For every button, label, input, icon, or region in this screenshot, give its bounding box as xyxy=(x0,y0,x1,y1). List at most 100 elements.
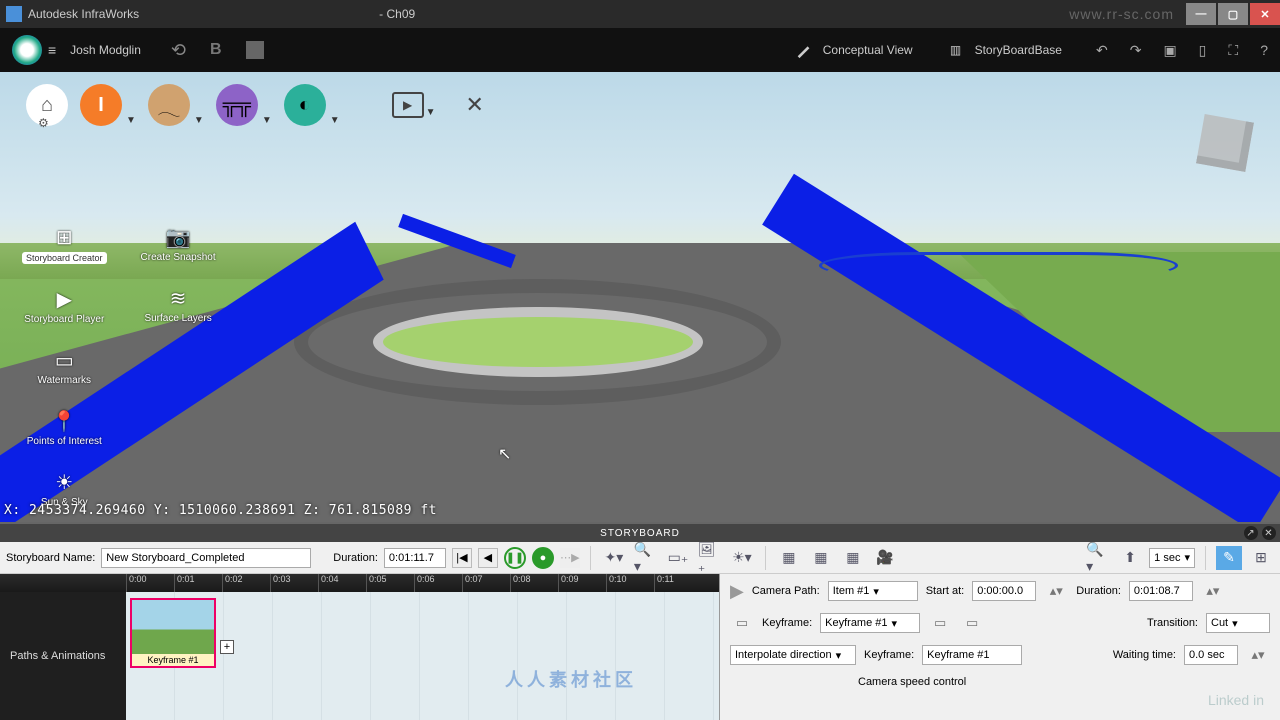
grid3-icon[interactable]: ▦ xyxy=(840,546,866,570)
dropdown-icon[interactable]: ▼ xyxy=(426,107,436,118)
add-path-icon[interactable]: ✦▾ xyxy=(601,546,627,570)
add-image-icon[interactable]: 🖼₊ xyxy=(697,546,723,570)
timeline-ruler[interactable]: 0:000:010:020:030:040:050:060:070:080:09… xyxy=(0,574,719,592)
conceptual-view-label[interactable]: Conceptual View xyxy=(823,43,913,57)
tool-label: Watermarks xyxy=(38,375,92,386)
zoom-add-icon[interactable]: 🔍▾ xyxy=(633,546,659,570)
close-icon[interactable]: ✕ xyxy=(1262,526,1276,540)
menu-icon[interactable]: ≡ xyxy=(48,42,56,58)
panel-icon[interactable]: ▯ xyxy=(1199,42,1207,59)
road-tool-button[interactable]: 𓂃 xyxy=(148,84,190,126)
window-minimize-button[interactable]: — xyxy=(1186,3,1216,25)
panel-title: STORYBOARD xyxy=(600,528,680,539)
pause-button[interactable]: ❚❚ xyxy=(504,547,526,569)
watermarks-tool[interactable]: ▭ Watermarks xyxy=(38,347,92,386)
next-button[interactable]: ⋯▶ xyxy=(560,548,580,568)
bookmark-icon[interactable]: B xyxy=(210,41,222,59)
viewcube[interactable] xyxy=(1196,114,1254,172)
keyframe-icon: ▭ xyxy=(730,612,754,634)
duration-input[interactable] xyxy=(384,548,446,568)
help-icon[interactable]: ? xyxy=(1260,42,1268,59)
user-name: Josh Modglin xyxy=(70,43,141,57)
main-header: ≡ Josh Modglin ⟲ B Conceptual View ▥ Sto… xyxy=(0,28,1280,72)
play-icon: ▶ xyxy=(49,286,79,312)
keyframe-clip[interactable]: Keyframe #1 xyxy=(130,598,216,668)
redo-icon[interactable]: ↷ xyxy=(1130,42,1142,59)
edit-mode-icon[interactable]: ✎ xyxy=(1216,546,1242,570)
pointer-icon[interactable]: ⬆ xyxy=(1117,546,1143,570)
app-icon xyxy=(6,6,22,22)
track-label: Paths & Animations xyxy=(0,592,126,720)
waiting-time-input[interactable] xyxy=(1184,645,1238,665)
cube-icon[interactable] xyxy=(246,41,264,59)
record-button[interactable]: ● xyxy=(532,547,554,569)
stepper-icon[interactable]: ▴▾ xyxy=(1044,580,1068,602)
3d-viewport[interactable]: ↖ ⌂ I ▼ 𓂃 ▼ ╦╦ ▼ ◐ ▼ ▶ ▼ ✕ ⚙ ⊞ Storyboar… xyxy=(0,72,1280,522)
keyframe2-input[interactable] xyxy=(922,645,1022,665)
storyboard-player-tool[interactable]: ▶ Storyboard Player xyxy=(24,286,104,325)
add-title-icon[interactable]: ▭₊ xyxy=(665,546,691,570)
camera-path-select[interactable]: Item #1▾ xyxy=(828,581,918,601)
storyboard-icon: ▥ xyxy=(947,41,965,59)
poi-icon: 📍 xyxy=(49,408,79,434)
window-maximize-button[interactable]: ▢ xyxy=(1218,3,1248,25)
poi-tool[interactable]: 📍 Points of Interest xyxy=(27,408,102,447)
sun-icon: ☀ xyxy=(49,469,79,495)
dropdown-icon[interactable]: ▼ xyxy=(126,115,136,126)
present-button[interactable]: ▶ xyxy=(392,92,424,118)
create-snapshot-tool[interactable]: 📷 Create Snapshot xyxy=(141,224,216,263)
weather-icon[interactable]: ☀▾ xyxy=(729,546,755,570)
stepper-icon[interactable]: ▴▾ xyxy=(1201,580,1225,602)
storyboard-base-label[interactable]: StoryBoardBase xyxy=(975,43,1062,57)
interpolate-select[interactable]: Interpolate direction▾ xyxy=(730,645,856,665)
first-button[interactable]: |◀ xyxy=(452,548,472,568)
tool-label: Points of Interest xyxy=(27,436,102,447)
bridge-tool-button[interactable]: ╦╦ xyxy=(216,84,258,126)
storyboard-toolbar: Storyboard Name: Duration: |◀ ◀ ❚❚ ● ⋯▶ … xyxy=(0,542,1280,574)
storyboard-title-bar: STORYBOARD ↗ ✕ xyxy=(0,524,1280,542)
settings-tools-icon[interactable]: ✕ xyxy=(466,92,484,118)
grid1-icon[interactable]: ▦ xyxy=(776,546,802,570)
product-logo-icon[interactable] xyxy=(12,35,42,65)
transition-select[interactable]: Cut▾ xyxy=(1206,613,1270,633)
add-keyframe-button[interactable]: + xyxy=(220,640,234,654)
storyboard-name-input[interactable] xyxy=(101,548,311,568)
window-titlebar: Autodesk InfraWorks - Ch09 www.rr-sc.com… xyxy=(0,0,1280,28)
kf-action2-icon[interactable]: ▭ xyxy=(960,612,984,634)
duration2-input[interactable] xyxy=(1129,581,1193,601)
keyframe-select[interactable]: Keyframe #1▾ xyxy=(820,613,920,633)
present-icon[interactable]: ▣ xyxy=(1163,42,1176,59)
stepper-icon[interactable]: ▴▾ xyxy=(1246,644,1270,666)
prev-button[interactable]: ◀ xyxy=(478,548,498,568)
speed-select[interactable]: 1 sec▾ xyxy=(1149,548,1195,568)
storyboard-creator-tool[interactable]: ⊞ Storyboard Creator xyxy=(22,224,107,264)
kf-action1-icon[interactable]: ▭ xyxy=(928,612,952,634)
gear-icon[interactable]: ⚙ xyxy=(38,116,49,130)
dropdown-icon[interactable]: ▼ xyxy=(194,115,204,126)
camera-speed-label: Camera speed control xyxy=(858,676,966,688)
grid-view-icon[interactable]: ⊞ xyxy=(1248,546,1274,570)
undo-icon[interactable]: ↶ xyxy=(1096,42,1108,59)
export-video-icon[interactable]: 🎥 xyxy=(872,546,898,570)
dropdown-icon[interactable]: ▼ xyxy=(330,115,340,126)
tool-label: Storyboard Creator xyxy=(22,252,107,264)
camera-icon: 📷 xyxy=(163,224,193,250)
fullscreen-icon[interactable]: ⛶ xyxy=(1228,42,1238,59)
sync-icon[interactable]: ⟲ xyxy=(171,40,186,61)
waiting-time-label: Waiting time: xyxy=(1113,649,1176,661)
timeline-track-area[interactable]: Paths & Animations Keyframe #1 + xyxy=(0,592,719,720)
window-close-button[interactable]: ✕ xyxy=(1250,3,1280,25)
duration2-label: Duration: xyxy=(1076,585,1121,597)
popout-icon[interactable]: ↗ xyxy=(1244,526,1258,540)
start-at-input[interactable] xyxy=(972,581,1036,601)
surface-layers-tool[interactable]: ≋ Surface Layers xyxy=(144,285,211,324)
tool-label: Surface Layers xyxy=(144,313,211,324)
zoom-fit-icon[interactable]: 🔍▾ xyxy=(1085,546,1111,570)
drainage-tool-button[interactable]: ◐ xyxy=(284,84,326,126)
storyboard-name-label: Storyboard Name: xyxy=(6,552,95,564)
play-icon[interactable]: ▶ xyxy=(730,581,744,602)
infraworks-tool-button[interactable]: I xyxy=(80,84,122,126)
grid2-icon[interactable]: ▦ xyxy=(808,546,834,570)
dropdown-icon[interactable]: ▼ xyxy=(262,115,272,126)
duration-label: Duration: xyxy=(333,552,378,564)
